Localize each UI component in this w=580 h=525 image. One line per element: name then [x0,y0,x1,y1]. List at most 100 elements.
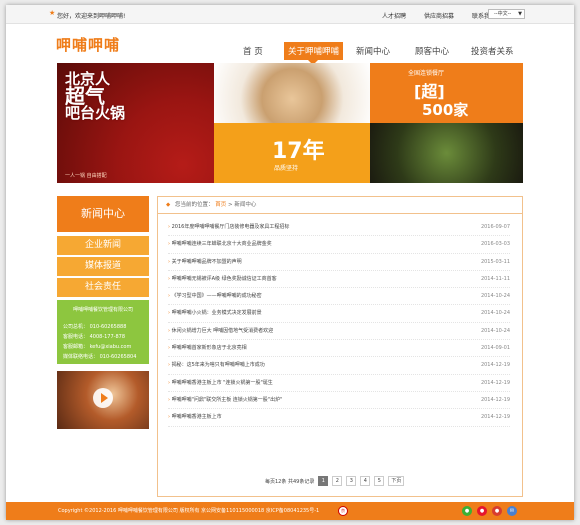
pagination: 每页12条 共49条记录 1 2 3 4 5 下页 [265,476,408,486]
page-4-button[interactable]: 4 [360,476,371,486]
news-title[interactable]: 呷哺呷哺小火锅：业务模式决定发展前景 [168,305,262,321]
chevron-down-icon: ▼ [518,11,522,17]
news-date: 2015-03-11 [480,258,510,265]
banner-years-panel: 17年 品质坚持 [214,123,370,183]
contact-box: 呷哺呷哺餐饮管理有限公司 公司总机： 010-60265888 客服电话： 40… [57,300,149,364]
banner-stores-line3: 500家 [422,101,469,119]
news-title[interactable]: 呷哺呷哺首家新形象店于北京亮相 [168,340,247,356]
copyright-text: Copyright ©2012-2016 呷哺呷哺餐饮管理有限公司 版权所有 京… [58,508,320,514]
footer: Copyright ©2012-2016 呷哺呷哺餐饮管理有限公司 版权所有 京… [6,502,574,520]
social-icons: ● ● ● ✉ [462,506,522,516]
breadcrumb-prefix: 您当前的位置： [174,202,214,208]
language-value: --中文-- [494,11,512,17]
weibo-icon[interactable]: ● [477,506,487,516]
nav-news[interactable]: 新闻中心 [356,45,390,57]
breadcrumb-current: 新闻中心 [234,202,257,208]
news-item[interactable]: 呷哺呷哺无锡被评A级 绿色奖励诚信证工商首客 2014-11-11 [168,271,510,289]
news-item[interactable]: 揭秘：这5年来为啥只有呷哺呷哺上市成功 2014-12-19 [168,357,510,375]
email-icon[interactable]: ✉ [507,506,517,516]
news-title[interactable]: 呷哺呷哺香港主板上市 [168,409,222,425]
news-item[interactable]: 呷哺呷哺首家新形象店于北京亮相 2014-09-01 [168,340,510,358]
logo[interactable]: 呷哺呷哺 [56,34,120,55]
next-page-button[interactable]: 下页 [388,476,405,486]
news-item[interactable]: 休闲火锅增力巨大 呷哺因借地气受消费者欢迎 2014-10-24 [168,323,510,341]
sidebar-item-social[interactable]: 社会责任 [57,278,149,297]
banner-years: 17年 [272,139,325,164]
wechat-icon[interactable]: ● [462,506,472,516]
hero-banner[interactable]: 北京人 超气 吧台火锅 一人一锅 自由搭配 17年 品质坚持 全国连锁餐厅 [超… [57,63,523,183]
news-item[interactable]: 呷哺呷哺香港主板上市 2014-12-19 [168,409,510,427]
banner-headline-3: 吧台火锅 [65,104,126,122]
contact-email: 客服邮箱： kefu@xiabu.com [63,344,132,350]
banner-stores-line1: 全国连锁餐厅 [408,70,445,77]
play-icon[interactable] [93,388,113,408]
page-frame: ★ 您好，欢迎来到呷哺呷哺! 人才招聘 供应商招募 联系我们 --中文-- ▼ … [6,5,574,520]
breadcrumb: ◆ 您当前的位置： 首页 > 新闻中心 [158,197,522,214]
sidebar-item-media[interactable]: 媒体报道 [57,257,149,276]
video-thumbnail[interactable] [57,371,149,429]
news-date: 2016-09-07 [480,224,510,230]
news-date: 2014-11-11 [480,275,510,282]
welcome-text: 您好，欢迎来到呷哺呷哺! [57,13,126,20]
news-date: 2014-09-01 [480,345,510,352]
news-date: 2016-03-03 [480,241,510,248]
news-date: 2014-12-19 [480,362,510,369]
news-title[interactable]: 呷哺呷哺香港主板上市 "连锁火锅第一股"诞生 [168,375,273,391]
banner-soup-image [214,63,370,123]
news-date: 2014-12-19 [480,396,510,403]
news-item[interactable]: 关于呷哺呷哺品牌不加盟的声明 2015-03-11 [168,254,510,271]
news-item[interactable]: 《学习型中国》——呷哺呷哺的成功秘密 2014-10-24 [168,288,510,306]
contact-phone: 公司总机： 010-60265888 [63,324,127,330]
news-title[interactable]: 《学习型中国》——呷哺呷哺的成功秘密 [168,288,262,304]
language-select[interactable]: --中文-- ▼ [488,9,525,19]
contact-hotline: 客服电话： 4008-177-878 [63,334,126,340]
news-date: 2014-12-19 [480,414,510,421]
supplier-link[interactable]: 供应商招募 [424,11,454,20]
page-1-button[interactable]: 1 [318,476,329,486]
banner-headline: 北京人 超气 吧台火锅 [65,71,125,122]
news-item[interactable]: 呷哺呷哺"问鼎"联交所主板 连锁火锅第一股"出炉" 2014-12-19 [168,392,510,410]
sidebar-item-company-news[interactable]: 企业新闻 [57,236,149,255]
news-date: 2014-10-24 [480,327,510,334]
news-date: 2014-10-24 [480,293,510,300]
sidebar-title: 新闻中心 [57,196,149,232]
news-title[interactable]: 呷哺呷哺"问鼎"联交所主板 连锁火锅第一股"出炉" [168,392,283,408]
banner-years-sub: 品质坚持 [274,165,299,172]
contact-company: 呷哺呷哺餐饮管理有限公司 [72,307,133,313]
news-item[interactable]: 呷哺呷哺香港主板上市 "连锁火锅第一股"诞生 2014-12-19 [168,375,510,392]
banner-footnote: 一人一锅 自由搭配 [65,173,107,179]
banner-food-image [370,123,523,183]
news-title[interactable]: 2016年度呷哺呷哺餐厅门店装修电器及家具工程招标 [168,219,290,235]
nav-investor[interactable]: 投资者关系 [471,45,514,57]
star-icon: ★ [49,9,56,17]
news-item[interactable]: 呷哺呷哺连续三年蝉联北京十大商业品牌金奖 2016-03-03 [168,236,510,254]
news-item[interactable]: 2016年度呷哺呷哺餐厅门店装修电器及家具工程招标 2016-09-07 [168,219,510,237]
nav-customer[interactable]: 顾客中心 [415,45,449,57]
tencent-weibo-icon[interactable]: ● [492,506,502,516]
news-item[interactable]: 呷哺呷哺小火锅：业务模式决定发展前景 2014-10-24 [168,305,510,323]
news-title[interactable]: 呷哺呷哺无锡被评A级 绿色奖励诚信证工商首客 [168,271,277,287]
news-date: 2014-12-19 [480,379,510,386]
pagination-info: 每页12条 共49条记录 [265,478,315,485]
news-date: 2014-10-24 [480,310,510,317]
news-title[interactable]: 休闲火锅增力巨大 呷哺因借地气受消费者欢迎 [168,323,274,339]
recruit-link[interactable]: 人才招聘 [382,11,406,20]
police-badge-icon[interactable]: 京 [338,506,348,516]
page-2-button[interactable]: 2 [332,476,343,486]
header: 呷哺呷哺 首 页 关于呷哺呷哺 新闻中心 顾客中心 投资者关系 [6,24,574,68]
location-icon: ◆ [166,202,171,208]
banner-hotpot-panel: 北京人 超气 吧台火锅 一人一锅 自由搭配 [57,63,214,183]
nav-about[interactable]: 关于呷哺呷哺 [284,42,344,65]
nav-home[interactable]: 首 页 [243,45,263,57]
page-5-button[interactable]: 5 [374,476,385,486]
contact-media: 媒体联络电话： 010-60265804 [63,354,137,360]
page-3-button[interactable]: 3 [346,476,357,486]
news-title[interactable]: 呷哺呷哺连续三年蝉联北京十大商业品牌金奖 [168,236,272,252]
breadcrumb-home[interactable]: 首页 [215,202,226,208]
news-title[interactable]: 揭秘：这5年来为啥只有呷哺呷哺上市成功 [168,357,265,373]
news-panel: ◆ 您当前的位置： 首页 > 新闻中心 2016年度呷哺呷哺餐厅门店装修电器及家… [157,196,523,497]
sidebar: 新闻中心 企业新闻 媒体报道 社会责任 呷哺呷哺餐饮管理有限公司 公司总机： 0… [57,196,149,429]
banner-headline-2: 超气 [65,84,105,108]
top-bar: ★ 您好，欢迎来到呷哺呷哺! 人才招聘 供应商招募 联系我们 --中文-- ▼ [6,5,574,24]
news-title[interactable]: 关于呷哺呷哺品牌不加盟的声明 [168,254,242,270]
